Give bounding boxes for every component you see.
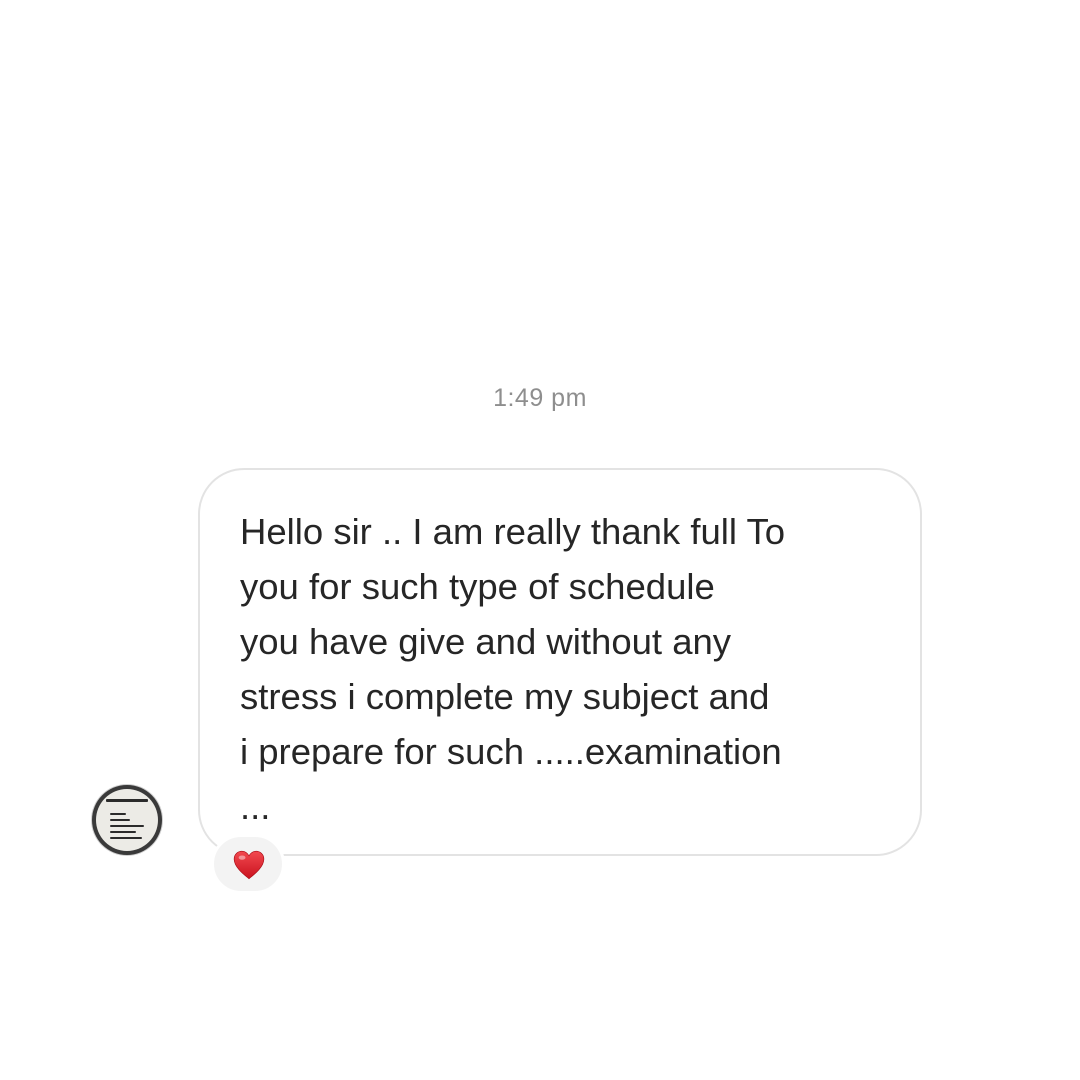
- avatar-detail: [110, 813, 126, 815]
- message-text-line: Hello sir .. I am really thank full To: [240, 511, 786, 552]
- avatar-detail: [106, 799, 148, 802]
- message-reaction[interactable]: [211, 834, 285, 894]
- message-text-line: i prepare for such .....examination: [240, 731, 782, 772]
- avatar-detail: [110, 831, 136, 833]
- message-text-line: you have give and without any: [240, 621, 732, 662]
- avatar-detail: [110, 825, 144, 827]
- avatar-image: [96, 789, 158, 851]
- avatar-detail: [110, 837, 142, 839]
- chat-view: 1:49 pm Hello sir .. I am really thank f…: [0, 0, 1080, 1080]
- message-timestamp: 1:49 pm: [493, 384, 587, 412]
- message-text-line: you for such type of schedule: [240, 566, 715, 607]
- message-bubble[interactable]: Hello sir .. I am really thank full To y…: [198, 468, 922, 856]
- red-heart-icon: [233, 850, 265, 880]
- message-text-line: stress i complete my subject and: [240, 676, 770, 717]
- sender-avatar[interactable]: [92, 785, 162, 855]
- message-text-line: ...: [240, 786, 271, 827]
- avatar-detail: [110, 819, 130, 821]
